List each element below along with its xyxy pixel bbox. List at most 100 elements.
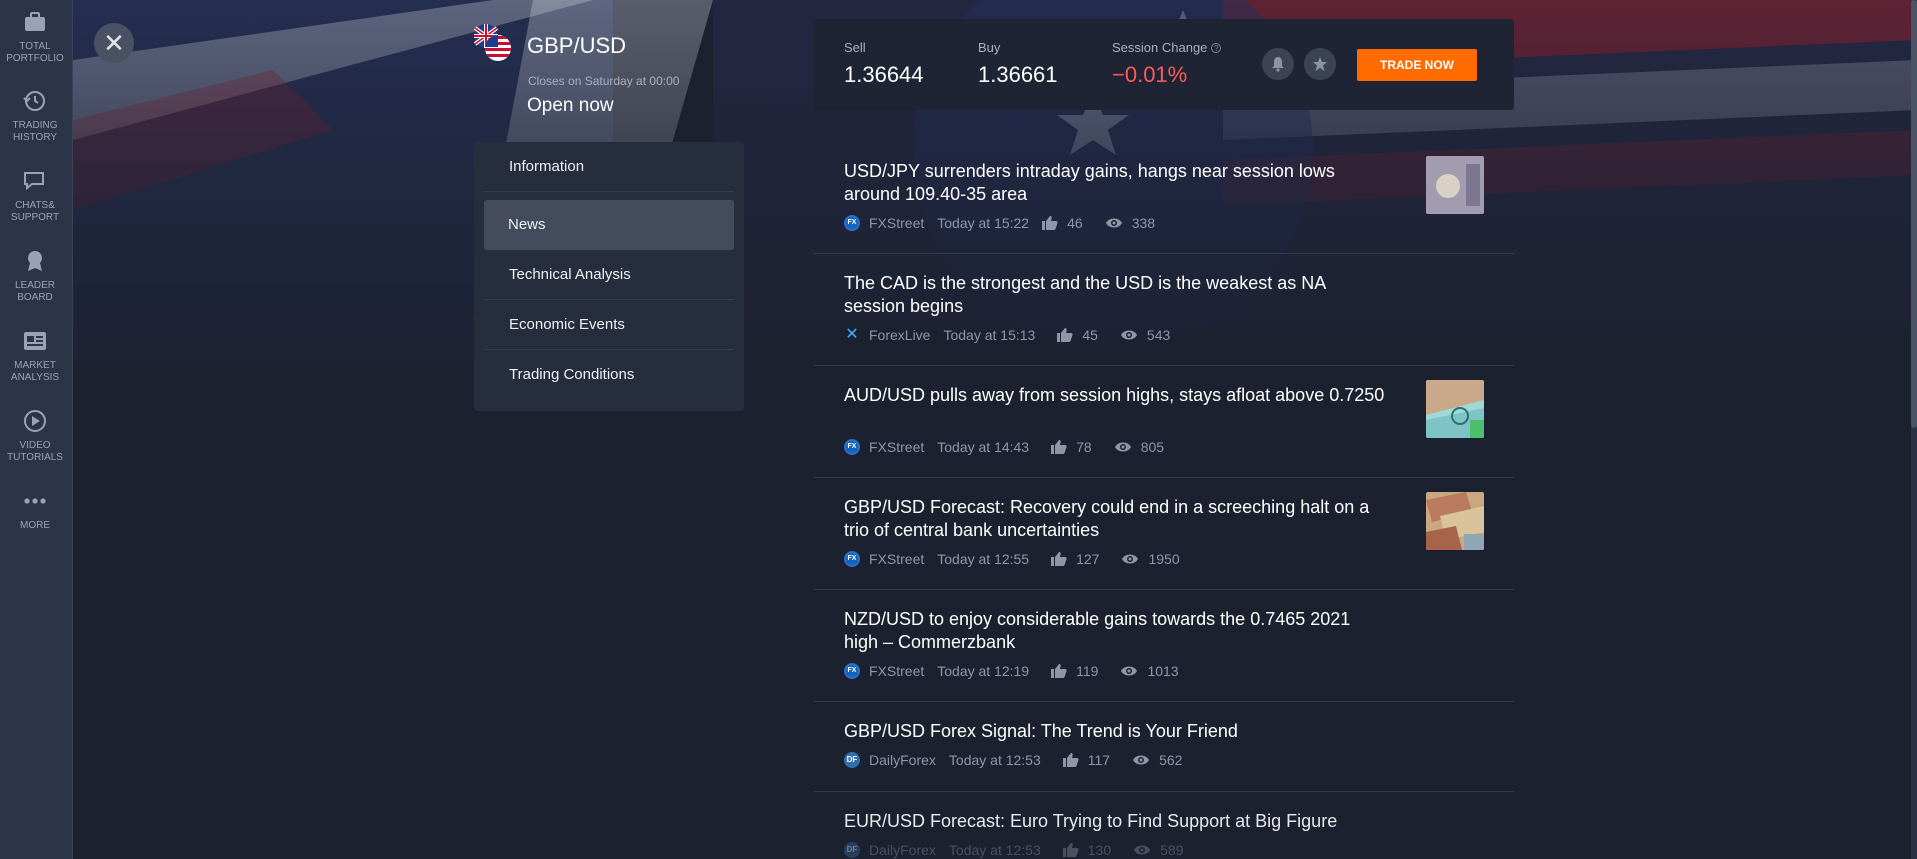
buy-price: 1.36661 (978, 62, 1058, 87)
eye-icon (1105, 218, 1122, 228)
news-title: USD/JPY surrenders intraday gains, hangs… (844, 161, 1335, 204)
award-icon (28, 251, 42, 271)
history-icon (23, 91, 45, 111)
market-status: Open now (527, 95, 614, 116)
bell-icon (1272, 57, 1284, 72)
news-time: Today at 14:43 (937, 439, 1030, 455)
asset-info-menu: Information News Technical Analysis Econ… (474, 142, 744, 411)
eye-icon (1134, 845, 1151, 855)
like-count: 78 (1076, 439, 1092, 455)
page-scrollbar[interactable] (1911, 0, 1917, 859)
eye-icon (1122, 554, 1139, 564)
news-source: FXStreet (869, 215, 925, 231)
menu-item-information[interactable]: Information (484, 142, 734, 192)
news-meta: FX FXStreet Today at 15:22 46 338 (844, 215, 1155, 231)
fxstreet-logo-icon: FX (844, 215, 860, 231)
news-thumbnail (1426, 156, 1484, 214)
sidebar-item-more[interactable]: MORE (0, 488, 70, 532)
thumbs-up-icon (1051, 552, 1067, 566)
fxstreet-logo-icon: FX (844, 439, 860, 455)
newspaper-icon (24, 332, 46, 350)
eye-icon (1133, 755, 1150, 765)
news-meta: DF DailyForex Today at 12:53 130 589 (844, 842, 1183, 858)
menu-item-news[interactable]: News (484, 200, 734, 250)
news-title: GBP/USD Forex Signal: The Trend is Your … (844, 721, 1238, 741)
news-source: DailyForex (869, 752, 936, 768)
menu-item-economic-events[interactable]: Economic Events (484, 300, 734, 350)
news-item[interactable]: USD/JPY surrenders intraday gains, hangs… (814, 142, 1514, 254)
close-icon: ✕ (103, 28, 125, 58)
news-title: NZD/USD to enjoy considerable gains towa… (844, 609, 1351, 652)
sidebar-item-label: MORE (20, 520, 50, 531)
thumbs-up-icon (1062, 843, 1079, 857)
view-count: 543 (1146, 327, 1171, 343)
news-time: Today at 12:55 (937, 551, 1030, 567)
view-count: 589 (1160, 842, 1184, 858)
like-count: 117 (1087, 752, 1111, 768)
view-count: 562 (1159, 752, 1183, 768)
dailyforex-logo-icon: DF (844, 752, 860, 768)
news-item[interactable]: AUD/USD pulls away from session highs, s… (814, 366, 1514, 478)
news-meta: FX FXStreet Today at 12:19 119 1013 (844, 663, 1179, 679)
help-icon[interactable]: ? (1211, 43, 1222, 53)
news-item[interactable]: GBP/USD Forex Signal: The Trend is Your … (814, 702, 1514, 792)
news-time: Today at 15:22 (937, 215, 1030, 231)
like-count: 130 (1087, 842, 1112, 858)
news-source: FXStreet (869, 439, 925, 455)
quote-panel: Sell 1.36644 Buy 1.36661 Session Change?… (814, 19, 1514, 110)
sidebar-item-total-portfolio[interactable]: TOTAL PORTFOLIO (0, 9, 70, 65)
session-change-heading: Session Change? (1112, 40, 1222, 55)
sell-price: 1.36644 (844, 62, 924, 87)
news-time: Today at 12:19 (937, 663, 1030, 679)
sidebar-item-market-analysis[interactable]: MARKET ANALYSIS (0, 328, 70, 384)
sidebar-item-video-tutorials[interactable]: VIDEO TUTORIALS (0, 408, 70, 464)
briefcase-icon (25, 12, 45, 31)
thumbs-up-icon (1042, 216, 1058, 230)
session-change-label: Session Change (1112, 40, 1208, 55)
news-title: AUD/USD pulls away from session highs, s… (844, 385, 1385, 405)
sidebar-item-label: MARKET ANALYSIS (10, 360, 60, 383)
news-meta: ✕ ForexLive Today at 15:13 45 543 (844, 326, 1171, 344)
gbp-banknotes-image (1426, 492, 1484, 550)
gbp-usd-flag-icon (473, 24, 511, 61)
play-icon (24, 410, 46, 432)
menu-item-technical-analysis[interactable]: Technical Analysis (484, 250, 734, 300)
view-count: 1013 (1147, 663, 1179, 679)
alert-button[interactable] (1262, 48, 1294, 80)
news-item[interactable]: NZD/USD to enjoy considerable gains towa… (814, 590, 1514, 702)
sidebar-item-trading-history[interactable]: TRADING HISTORY (0, 88, 70, 144)
star-icon (1313, 57, 1327, 71)
news-source: FXStreet (869, 663, 925, 679)
news-thumbnail (1426, 492, 1484, 550)
news-source: FXStreet (869, 551, 925, 567)
scrollbar-thumb[interactable] (1911, 0, 1917, 428)
news-meta: DF DailyForex Today at 12:53 117 562 (844, 752, 1182, 768)
thumbs-up-icon (1051, 664, 1067, 678)
trade-now-button[interactable]: TRADE NOW (1357, 49, 1477, 81)
sidebar-item-label: CHATS& SUPPORT (10, 200, 60, 223)
close-button[interactable]: ✕ (94, 23, 134, 63)
news-item[interactable]: The CAD is the strongest and the USD is … (814, 254, 1514, 366)
thumbs-up-icon (1062, 753, 1079, 767)
eye-icon (1121, 666, 1138, 676)
menu-item-trading-conditions[interactable]: Trading Conditions (484, 350, 734, 400)
favorite-button[interactable] (1304, 48, 1336, 80)
sidebar-item-leader-board[interactable]: LEADER BOARD (0, 248, 70, 304)
session-change-value: −0.01% (1112, 62, 1188, 87)
fxstreet-logo-icon: FX (844, 551, 860, 567)
news-title: GBP/USD Forecast: Recovery could end in … (844, 497, 1370, 540)
news-meta: FX FXStreet Today at 12:55 127 1950 (844, 551, 1180, 567)
news-source: DailyForex (869, 842, 936, 858)
sidebar-item-chats-support[interactable]: CHATS& SUPPORT (0, 168, 70, 224)
news-item[interactable]: EUR/USD Forecast: Euro Trying to Find Su… (814, 792, 1514, 859)
thumbs-up-icon (1051, 440, 1067, 454)
news-thumbnail (1426, 380, 1484, 438)
forexlive-logo-icon: ✕ (845, 326, 859, 343)
sidebar-item-label: VIDEO TUTORIALS (7, 440, 63, 463)
news-time: Today at 15:13 (943, 327, 1036, 343)
like-count: 45 (1082, 327, 1098, 343)
thumbs-up-icon (1057, 328, 1073, 342)
news-time: Today at 12:53 (948, 752, 1041, 768)
chat-icon (24, 172, 44, 191)
news-item[interactable]: GBP/USD Forecast: Recovery could end in … (814, 478, 1514, 590)
